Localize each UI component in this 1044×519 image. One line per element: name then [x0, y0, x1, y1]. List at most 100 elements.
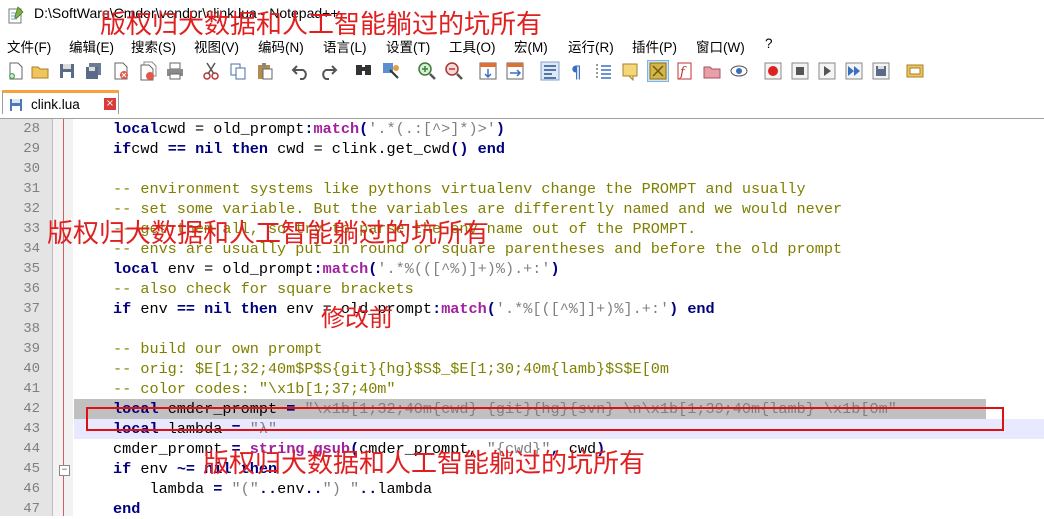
sync-vertical-scroll-icon[interactable] [478, 61, 498, 81]
line-number: 39 [23, 341, 40, 357]
toolbar: ¶ f [0, 56, 1044, 88]
print-icon[interactable] [165, 61, 185, 81]
code-line[interactable]: 35 local env = old_prompt:match('.*%(([^%… [0, 259, 1044, 279]
code-line[interactable]: 29 ifcwd == nil then cwd = clink.get_cwd(… [0, 139, 1044, 159]
menu-plugins[interactable]: 插件(P) [632, 36, 677, 56]
menu-file[interactable]: 文件(F) [7, 36, 51, 56]
replace-icon[interactable] [381, 61, 401, 81]
save-state-icon [10, 99, 22, 111]
folder-as-workspace-icon[interactable] [702, 61, 722, 81]
monitoring-icon[interactable] [729, 61, 749, 81]
line-number: 28 [23, 121, 40, 137]
code-token: ) [669, 300, 679, 318]
code-token: -- color codes: "\x1b[1;37;40m" [113, 380, 396, 398]
code-token: end [113, 500, 141, 518]
code-line[interactable]: 47 end [0, 499, 1044, 519]
code-text: end [113, 500, 140, 518]
indent-guide-icon[interactable] [594, 61, 614, 81]
code-line[interactable]: 30 [0, 159, 1044, 179]
code-line[interactable]: 28 localcwd = old_prompt:match('.*(.:[^>]… [0, 119, 1044, 139]
code-token: : [313, 260, 323, 278]
code-token: env = old_prompt [158, 260, 314, 278]
code-token: == [176, 300, 196, 318]
code-text: -- environment systems like pythons virt… [113, 180, 806, 198]
code-token: env [277, 480, 305, 498]
cut-icon[interactable] [201, 61, 221, 81]
show-all-characters-icon[interactable]: ¶ [567, 61, 587, 81]
code-line[interactable]: 41 -- color codes: "\x1b[1;37;40m" [0, 379, 1044, 399]
code-token: cwd [131, 140, 168, 158]
redo-icon[interactable] [318, 61, 338, 81]
line-number: 29 [23, 141, 40, 157]
code-token: end [687, 300, 715, 318]
save-all-icon[interactable] [84, 61, 104, 81]
line-number: 41 [23, 381, 40, 397]
line-number: 33 [23, 221, 40, 237]
code-token: end [477, 140, 505, 158]
open-file-icon[interactable] [30, 61, 50, 81]
watermark-top: 版权归大数据和人工智能躺过的坑所有 [100, 10, 543, 40]
code-line[interactable]: 39 -- build our own prompt [0, 339, 1044, 359]
paste-icon[interactable] [255, 61, 275, 81]
code-token: nil [195, 140, 223, 158]
code-line[interactable]: 36 -- also check for square brackets [0, 279, 1044, 299]
code-line[interactable]: 46 lambda = "("..env..") "..lambda [0, 479, 1044, 499]
notepad-plus-plus-icon [8, 6, 24, 24]
code-token: -- also check for square brackets [113, 280, 414, 298]
macro-play-icon[interactable] [817, 61, 837, 81]
code-token: if [113, 140, 132, 158]
plugin-panel-icon[interactable] [905, 61, 925, 81]
annotation-before-modification: 修改前 [321, 304, 393, 332]
close-tab-icon[interactable]: × [104, 98, 116, 110]
menu-window[interactable]: 窗口(W) [696, 36, 745, 56]
macro-stop-icon[interactable] [790, 61, 810, 81]
line-number: 35 [23, 261, 40, 277]
close-file-icon[interactable] [111, 61, 131, 81]
code-token: == [167, 140, 186, 158]
find-icon[interactable] [354, 61, 374, 81]
code-token: .. [359, 480, 378, 498]
zoom-in-icon[interactable] [417, 61, 437, 81]
code-token: () [450, 140, 469, 158]
code-token: ( [359, 120, 369, 138]
code-text: localcwd = old_prompt:match('.*(.:[^>]*)… [113, 120, 505, 138]
code-token: env [131, 460, 177, 478]
menu-run[interactable]: 运行(R) [568, 36, 614, 56]
code-text: -- build our own prompt [113, 340, 323, 358]
code-token: ) [495, 120, 505, 138]
tab-clink-lua[interactable]: clink.lua × [2, 90, 119, 114]
code-line[interactable]: 38 [0, 319, 1044, 339]
sync-horizontal-scroll-icon[interactable] [505, 61, 525, 81]
code-line[interactable]: 31 -- environment systems like pythons vi… [0, 179, 1044, 199]
word-wrap-icon[interactable] [540, 61, 560, 81]
macro-run-multiple-icon[interactable] [844, 61, 864, 81]
new-file-icon[interactable] [6, 61, 26, 81]
macro-save-icon[interactable] [871, 61, 891, 81]
menu-help[interactable]: ? [765, 36, 773, 51]
code-token: "(" [231, 480, 259, 498]
save-icon[interactable] [57, 61, 77, 81]
code-token: match [313, 120, 360, 138]
code-line[interactable]: 40 -- orig: $E[1;32;40m$P$S{git}{hg}$S$_$… [0, 359, 1044, 379]
code-line[interactable]: 37 if env == nil then env = old_prompt:ma… [0, 299, 1044, 319]
code-token: ( [486, 300, 496, 318]
document-map-icon[interactable] [647, 60, 669, 82]
code-token: lambda [377, 480, 433, 498]
line-number: 40 [23, 361, 40, 377]
zoom-out-icon[interactable] [444, 61, 464, 81]
fold-collapse-icon[interactable]: − [59, 465, 70, 476]
user-defined-language-icon[interactable] [621, 61, 641, 81]
code-text: -- orig: $E[1;32;40m$P$S{git}{hg}$S$_$E[… [113, 360, 669, 378]
close-all-icon[interactable] [138, 61, 158, 81]
code-token: ) [550, 260, 560, 278]
copy-icon[interactable] [228, 61, 248, 81]
function-list-icon[interactable]: f [675, 61, 695, 81]
code-token: .. [304, 480, 323, 498]
code-token: -- environment systems like pythons virt… [113, 180, 806, 198]
code-token: match [322, 260, 369, 278]
undo-icon[interactable] [291, 61, 311, 81]
line-number: 31 [23, 181, 40, 197]
macro-record-icon[interactable] [763, 61, 783, 81]
